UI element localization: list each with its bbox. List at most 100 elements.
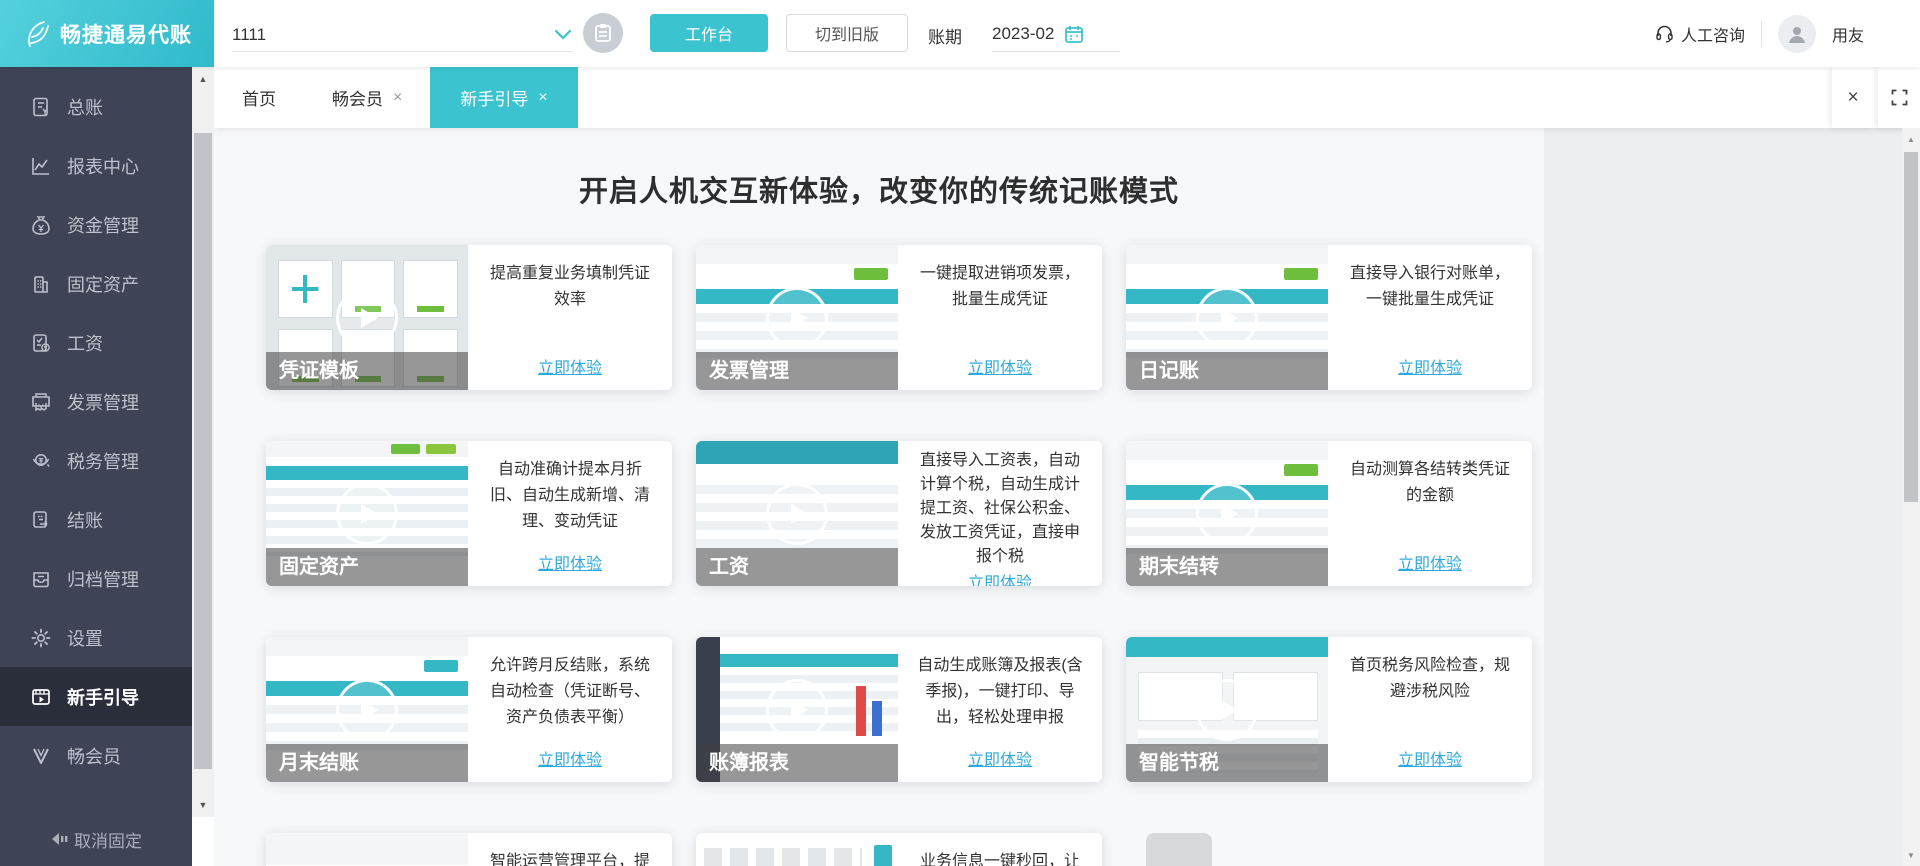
close-all-tabs-icon[interactable]: × — [1832, 67, 1874, 128]
play-icon — [791, 699, 808, 720]
avatar[interactable] — [1777, 14, 1816, 53]
sidebar-item-report-center[interactable]: 报表中心 — [0, 136, 192, 195]
user-name: 用友 — [1831, 27, 1864, 45]
sidebar-item-tax[interactable]: 税务管理 — [0, 431, 192, 490]
sidebar-item-funds[interactable]: 资金管理 — [0, 195, 192, 254]
play-button[interactable] — [766, 482, 828, 545]
play-icon — [791, 503, 808, 524]
thumb-art — [391, 443, 420, 455]
top-header: 畅捷通易代账 1111 工作台 切到旧版 账期 2023-02 人工咨询 用友 — [0, 0, 1920, 67]
card-panel: 直接导入银行对账单，一键批量生成凭证 立即体验 — [1328, 245, 1532, 390]
video-thumbnail[interactable]: 月末结账 — [266, 637, 468, 782]
play-button[interactable] — [766, 286, 828, 349]
thumb-art — [1126, 441, 1328, 460]
play-button[interactable] — [1196, 286, 1258, 349]
video-thumbnail[interactable]: 智能节税 — [1126, 637, 1328, 782]
sidebar-item-closing[interactable]: 结账 — [0, 490, 192, 549]
thumb-art — [425, 443, 456, 455]
close-tab-icon[interactable]: × — [538, 89, 547, 107]
close-tab-icon[interactable]: × — [393, 89, 402, 107]
card-description: 提高重复业务填制凭证效率 — [489, 265, 650, 308]
try-now-link[interactable]: 立即体验 — [1398, 746, 1462, 770]
card-description: 自动生成账簿及报表(含季报)，一键打印、导出，轻松处理申报 — [917, 657, 1083, 726]
play-button[interactable] — [766, 678, 828, 741]
video-guide-icon — [30, 686, 52, 708]
thumb-art — [1283, 464, 1318, 476]
video-thumbnail[interactable] — [696, 833, 898, 866]
play-button[interactable] — [1196, 482, 1258, 545]
thumb-art — [423, 660, 458, 672]
play-button[interactable] — [336, 286, 398, 349]
support-button[interactable]: 人工咨询 — [1655, 22, 1745, 46]
video-thumbnail[interactable]: 发票管理 — [696, 245, 898, 390]
workbench-button[interactable]: 工作台 — [650, 14, 768, 52]
sidebar-item-archive[interactable]: 归档管理 — [0, 549, 192, 608]
card-panel: 智能运营管理平台，提升 — [468, 833, 672, 866]
sidebar-item-salary[interactable]: 工资 — [0, 313, 192, 372]
try-now-link[interactable]: 立即体验 — [1398, 550, 1462, 574]
sidebar-item-settings[interactable]: 设置 — [0, 608, 192, 667]
try-now-link[interactable]: 立即体验 — [968, 354, 1032, 378]
tab-member[interactable]: 畅会员 × — [304, 67, 430, 128]
fullscreen-icon[interactable] — [1878, 67, 1920, 128]
scroll-down-icon[interactable]: ▼ — [1902, 844, 1920, 866]
sidebar-item-beginner-guide[interactable]: 新手引导 — [0, 667, 192, 726]
video-title: 凭证模板 — [266, 352, 468, 390]
feature-card-partial: 业务信息一键秒回，让客 — [696, 833, 1102, 866]
play-button[interactable] — [336, 678, 398, 741]
feature-card-grid: 凭证模板 提高重复业务填制凭证效率 立即体验 发票管理 一键提取进销项发票，批量… — [266, 245, 1532, 866]
period-picker[interactable]: 2023-02 — [992, 16, 1120, 52]
try-now-link[interactable]: 立即体验 — [538, 354, 602, 378]
video-thumbnail[interactable] — [266, 833, 468, 866]
money-bag-icon — [30, 214, 52, 236]
sidebar-item-general-ledger[interactable]: 总账 — [0, 77, 192, 136]
card-description: 允许跨月反结账，系统自动检查（凭证断号、资产负债表平衡） — [489, 657, 650, 726]
gear-icon — [30, 627, 52, 649]
scroll-up-icon[interactable]: ▲ — [1902, 128, 1920, 150]
sidebar-item-label: 工资 — [67, 333, 103, 354]
try-now-link[interactable]: 立即体验 — [1398, 354, 1462, 378]
tab-label: 首页 — [242, 90, 276, 109]
scroll-up-icon[interactable]: ▲ — [192, 67, 214, 91]
play-button[interactable] — [336, 482, 398, 545]
sidebar-item-fixed-assets[interactable]: 固定资产 — [0, 254, 192, 313]
try-now-link[interactable]: 立即体验 — [538, 550, 602, 574]
headset-icon — [1655, 24, 1674, 43]
video-thumbnail[interactable]: 期末结转 — [1126, 441, 1328, 586]
sidebar-item-label: 畅会员 — [67, 746, 121, 767]
video-thumbnail[interactable]: 凭证模板 — [266, 245, 468, 390]
thumb-art — [873, 844, 892, 866]
card-description: 业务信息一键秒回，让客 — [919, 853, 1080, 866]
card-panel: 首页税务风险检查，规避涉税风险 立即体验 — [1328, 637, 1532, 782]
tax-coin-icon — [30, 450, 52, 472]
account-select[interactable]: 1111 — [232, 18, 572, 52]
tab-home[interactable]: 首页 — [214, 67, 304, 128]
sidebar-item-invoice[interactable]: 发票管理 — [0, 372, 192, 431]
unpin-sidebar-button[interactable]: 取消固定 — [0, 822, 192, 856]
tab-beginner-guide[interactable]: 新手引导 × — [430, 67, 578, 128]
thumb-art — [871, 700, 882, 736]
sidebar-item-member[interactable]: 畅会员 — [0, 726, 192, 785]
play-icon — [361, 307, 378, 328]
video-thumbnail[interactable]: 日记账 — [1126, 245, 1328, 390]
video-title: 期末结转 — [1126, 548, 1328, 586]
scroll-down-icon[interactable]: ▼ — [192, 793, 214, 817]
sidebar-scrollbar-thumb[interactable] — [194, 133, 212, 769]
try-now-link[interactable]: 立即体验 — [968, 569, 1032, 586]
feature-card: 期末结转 自动测算各结转类凭证的金额 立即体验 — [1126, 441, 1532, 586]
feature-card: 凭证模板 提高重复业务填制凭证效率 立即体验 — [266, 245, 672, 390]
video-thumbnail[interactable]: 工资 — [696, 441, 898, 586]
try-now-link[interactable]: 立即体验 — [538, 746, 602, 770]
sidebar-item-label: 结账 — [67, 510, 103, 531]
video-thumbnail[interactable]: 固定资产 — [266, 441, 468, 586]
building-icon — [30, 273, 52, 295]
main-scrollbar-thumb[interactable] — [1904, 152, 1918, 502]
card-panel: 业务信息一键秒回，让客 — [898, 833, 1102, 866]
notes-icon[interactable] — [583, 13, 623, 53]
tab-label: 新手引导 — [460, 90, 529, 109]
try-now-link[interactable]: 立即体验 — [968, 746, 1032, 770]
switch-old-version-button[interactable]: 切到旧版 — [786, 14, 908, 52]
video-thumbnail[interactable]: 账簿报表 — [696, 637, 898, 782]
play-button[interactable] — [1196, 678, 1258, 741]
page-title: 开启人机交互新体验，改变你的传统记账模式 — [578, 176, 1179, 208]
